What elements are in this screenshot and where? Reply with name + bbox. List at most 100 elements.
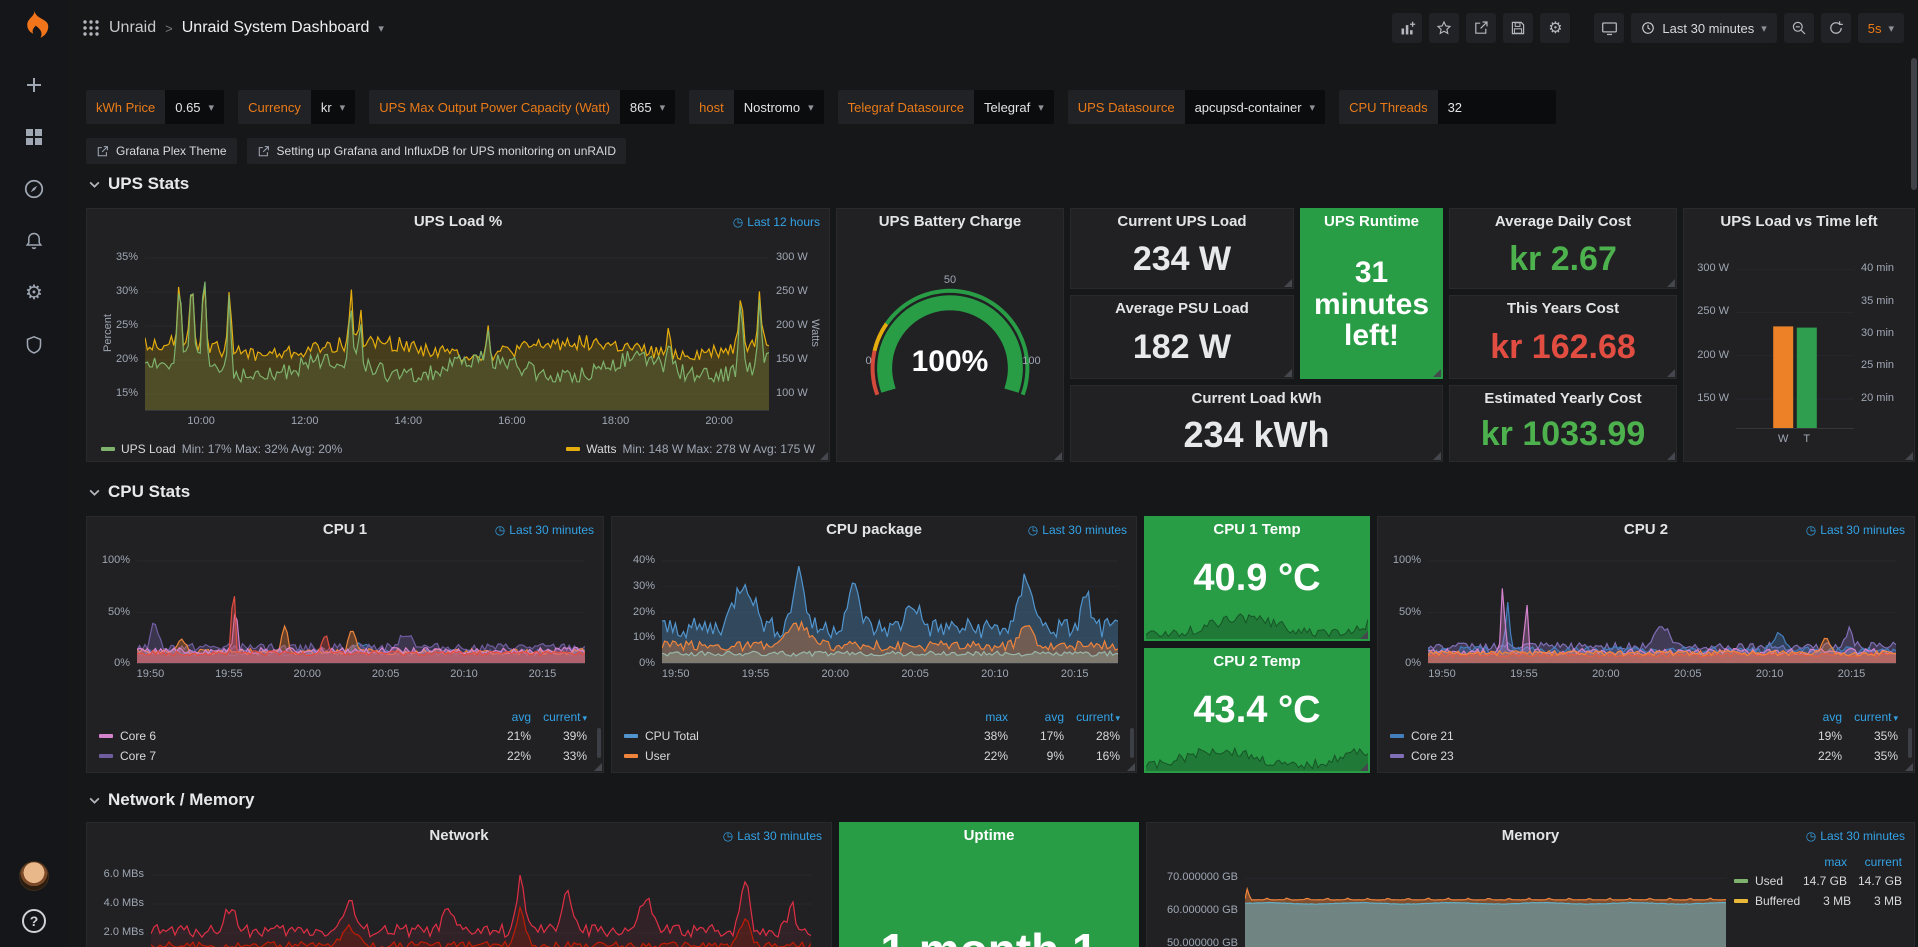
graph-legend: avg current▾ Core 6 21% 39% Core 7 22% 3…: [99, 708, 587, 766]
legend-row: Buffered 3 MB 3 MB: [1734, 891, 1902, 911]
panel-title[interactable]: Average Daily Cost: [1450, 209, 1676, 235]
variable-kwh-price[interactable]: kWh Price 0.65▾: [86, 90, 224, 124]
panel-title[interactable]: UPS Load %: [87, 209, 829, 235]
bar-chart-plot[interactable]: [1736, 241, 1854, 429]
legend-item[interactable]: Watts Min: 148 W Max: 278 W Avg: 175 W: [566, 442, 815, 456]
axis-tick-label: 100%: [1393, 554, 1421, 566]
page-scrollbar[interactable]: [1911, 58, 1917, 190]
time-series-plot[interactable]: [145, 241, 769, 411]
panel-title[interactable]: UPS Load vs Time left: [1684, 209, 1914, 235]
panel-time-override[interactable]: ◷ Last 30 minutes: [1806, 523, 1905, 537]
panel-title[interactable]: Uptime: [840, 823, 1138, 849]
sidebar-item-create[interactable]: [21, 72, 47, 98]
panel-title[interactable]: Estimated Yearly Cost: [1450, 386, 1676, 412]
panel-time-override[interactable]: ◷ Last 30 minutes: [1806, 829, 1905, 843]
legend-column-header[interactable]: avg: [1786, 710, 1842, 724]
legend-item[interactable]: UPS Load Min: 17% Max: 32% Avg: 20%: [101, 442, 342, 456]
series-name[interactable]: Used: [1734, 874, 1792, 888]
legend-scrollbar[interactable]: [1130, 728, 1134, 758]
sidebar-item-explore[interactable]: [21, 176, 47, 202]
panel-time-override[interactable]: ◷ Last 30 minutes: [723, 829, 822, 843]
help-icon[interactable]: ?: [22, 909, 46, 933]
legend-column-header[interactable]: avg: [1008, 710, 1064, 724]
star-button[interactable]: [1429, 13, 1459, 43]
panel-time-override[interactable]: ◷ Last 30 minutes: [495, 523, 594, 537]
series-name[interactable]: Core 7: [99, 749, 475, 763]
dashboard-grid-icon[interactable]: [82, 19, 100, 37]
chevron-down-icon: [88, 794, 101, 807]
legend-column-header[interactable]: current: [1847, 855, 1902, 869]
section-network-memory[interactable]: Network / Memory: [88, 790, 254, 810]
variable-telegraf-datasource[interactable]: Telegraf Datasource Telegraf▾: [838, 90, 1054, 124]
section-ups-stats[interactable]: UPS Stats: [88, 174, 189, 194]
share-button[interactable]: [1466, 13, 1496, 43]
legend-column-header[interactable]: current▾: [531, 710, 587, 724]
legend-column-header[interactable]: current▾: [1842, 710, 1898, 724]
panel-title[interactable]: This Years Cost: [1450, 296, 1676, 322]
time-range-picker[interactable]: Last 30 minutes ▾: [1631, 13, 1776, 43]
variable-label: UPS Max Output Power Capacity (Watt): [369, 90, 620, 124]
panel-title[interactable]: CPU 2 Temp: [1145, 649, 1369, 675]
time-series-plot[interactable]: [662, 547, 1118, 664]
panel-title[interactable]: Average PSU Load: [1071, 296, 1293, 322]
variable-ups-max-output[interactable]: UPS Max Output Power Capacity (Watt) 865…: [369, 90, 675, 124]
legend-column-header[interactable]: max: [1792, 855, 1847, 869]
panel-title[interactable]: Network: [87, 823, 831, 849]
series-color-swatch: [624, 734, 638, 738]
cycle-view-button[interactable]: [1594, 13, 1624, 43]
variable-ups-datasource[interactable]: UPS Datasource apcupsd-container▾: [1068, 90, 1325, 124]
sidebar-item-alerting[interactable]: [21, 228, 47, 254]
panel-title[interactable]: Current Load kWh: [1071, 386, 1442, 412]
add-panel-button[interactable]: [1392, 13, 1422, 43]
save-button[interactable]: [1503, 13, 1533, 43]
time-series-plot[interactable]: [1428, 547, 1896, 664]
panel-time-override[interactable]: ◷ Last 12 hours: [733, 215, 820, 229]
axis-tick-label: 20:00: [277, 668, 337, 680]
link-grafana-plex-theme[interactable]: Grafana Plex Theme: [86, 138, 237, 164]
time-series-plot[interactable]: [137, 547, 585, 664]
panel-title[interactable]: UPS Battery Charge: [837, 209, 1063, 235]
legend-column-header[interactable]: max: [952, 710, 1008, 724]
panel-average-daily-cost: Average Daily Cost kr 2.67: [1449, 208, 1677, 289]
sidebar-item-configuration[interactable]: ⚙: [21, 280, 47, 306]
time-series-plot[interactable]: [1245, 853, 1726, 947]
legend-column-header[interactable]: current▾: [1064, 710, 1120, 724]
clock-icon: ◷: [1028, 523, 1038, 537]
series-name[interactable]: Buffered: [1734, 894, 1800, 908]
refresh-button[interactable]: [1821, 13, 1851, 43]
variable-cpu-threads[interactable]: CPU Threads 32: [1339, 90, 1556, 124]
dashboard-settings-button[interactable]: ⚙: [1540, 13, 1570, 43]
stat-value: 234 W: [1133, 242, 1231, 278]
panel-title[interactable]: Current UPS Load: [1071, 209, 1293, 235]
caret-down-icon: ▾: [209, 101, 215, 114]
grafana-logo[interactable]: [0, 0, 68, 44]
panel-title[interactable]: Memory: [1147, 823, 1914, 849]
series-name[interactable]: Core 6: [99, 729, 475, 743]
series-name[interactable]: User: [624, 749, 952, 763]
breadcrumb-folder[interactable]: Unraid: [109, 19, 156, 37]
refresh-interval-picker[interactable]: 5s ▾: [1858, 13, 1904, 43]
variable-host[interactable]: host Nostromo▾: [689, 90, 823, 124]
user-avatar[interactable]: [19, 861, 49, 891]
legend-scrollbar[interactable]: [1908, 728, 1912, 758]
sidebar-item-server-admin[interactable]: [21, 332, 47, 358]
panel-title[interactable]: UPS Runtime: [1301, 209, 1442, 235]
legend-column-header[interactable]: avg: [475, 710, 531, 724]
series-name[interactable]: Core 21: [1390, 729, 1786, 743]
section-cpu-stats[interactable]: CPU Stats: [88, 482, 190, 502]
gear-icon: ⚙: [1548, 18, 1562, 38]
external-link-icon: [96, 145, 109, 158]
link-ups-monitoring-guide[interactable]: Setting up Grafana and InfluxDB for UPS …: [247, 138, 627, 164]
legend-scrollbar[interactable]: [597, 728, 601, 758]
variable-currency[interactable]: Currency kr▾: [238, 90, 355, 124]
axis-tick-label: 19:55: [199, 668, 259, 680]
time-series-plot[interactable]: [151, 853, 811, 947]
series-name[interactable]: CPU Total: [624, 729, 952, 743]
axis-tick-label: 2.0 MBs: [104, 926, 144, 938]
dashboard-title[interactable]: Unraid System Dashboard: [182, 19, 370, 37]
zoom-out-button[interactable]: [1784, 13, 1814, 43]
series-name[interactable]: Core 23: [1390, 749, 1786, 763]
sidebar-item-dashboards[interactable]: [21, 124, 47, 150]
panel-time-override[interactable]: ◷ Last 30 minutes: [1028, 523, 1127, 537]
panel-title[interactable]: CPU 1 Temp: [1145, 517, 1369, 543]
